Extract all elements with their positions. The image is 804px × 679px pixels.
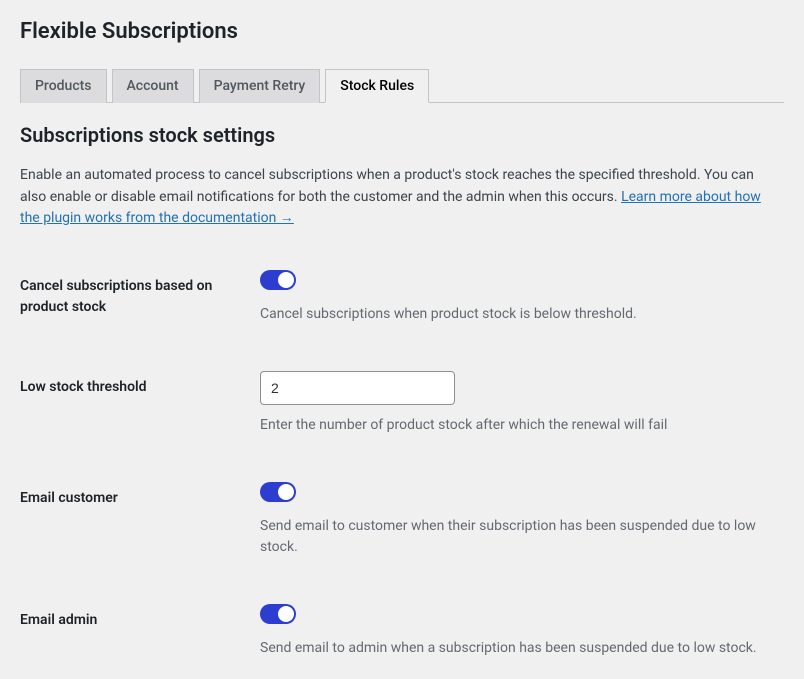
cancel-on-stock-toggle[interactable] [260, 270, 296, 290]
page-title: Flexible Subscriptions [20, 10, 784, 48]
tab-stock-rules[interactable]: Stock Rules [325, 69, 429, 103]
email-customer-toggle[interactable] [260, 482, 296, 502]
setting-row-cancel-on-stock: Cancel subscriptions based on product st… [20, 270, 784, 325]
email-customer-label: Email customer [20, 482, 260, 509]
toggle-knob [278, 272, 294, 288]
setting-row-email-admin: Email admin Send email to admin when a s… [20, 604, 784, 659]
toggle-knob [278, 484, 294, 500]
low-stock-threshold-desc: Enter the number of product stock after … [260, 415, 770, 436]
email-admin-desc: Send email to admin when a subscription … [260, 638, 770, 659]
tabs-nav: Products Account Payment Retry Stock Rul… [20, 68, 784, 103]
email-admin-label: Email admin [20, 604, 260, 631]
email-customer-desc: Send email to customer when their subscr… [260, 516, 770, 558]
tab-payment-retry[interactable]: Payment Retry [199, 69, 321, 103]
tab-products[interactable]: Products [20, 69, 107, 103]
setting-row-low-stock-threshold: Low stock threshold Enter the number of … [20, 371, 784, 436]
setting-row-email-customer: Email customer Send email to customer wh… [20, 482, 784, 558]
section-description: Enable an automated process to cancel su… [20, 165, 782, 230]
tab-account[interactable]: Account [112, 69, 194, 103]
low-stock-threshold-label: Low stock threshold [20, 371, 260, 398]
cancel-on-stock-label: Cancel subscriptions based on product st… [20, 270, 260, 318]
toggle-knob [278, 606, 294, 622]
email-admin-toggle[interactable] [260, 604, 296, 624]
section-title: Subscriptions stock settings [20, 123, 784, 147]
cancel-on-stock-desc: Cancel subscriptions when product stock … [260, 304, 770, 325]
low-stock-threshold-input[interactable] [260, 371, 455, 405]
